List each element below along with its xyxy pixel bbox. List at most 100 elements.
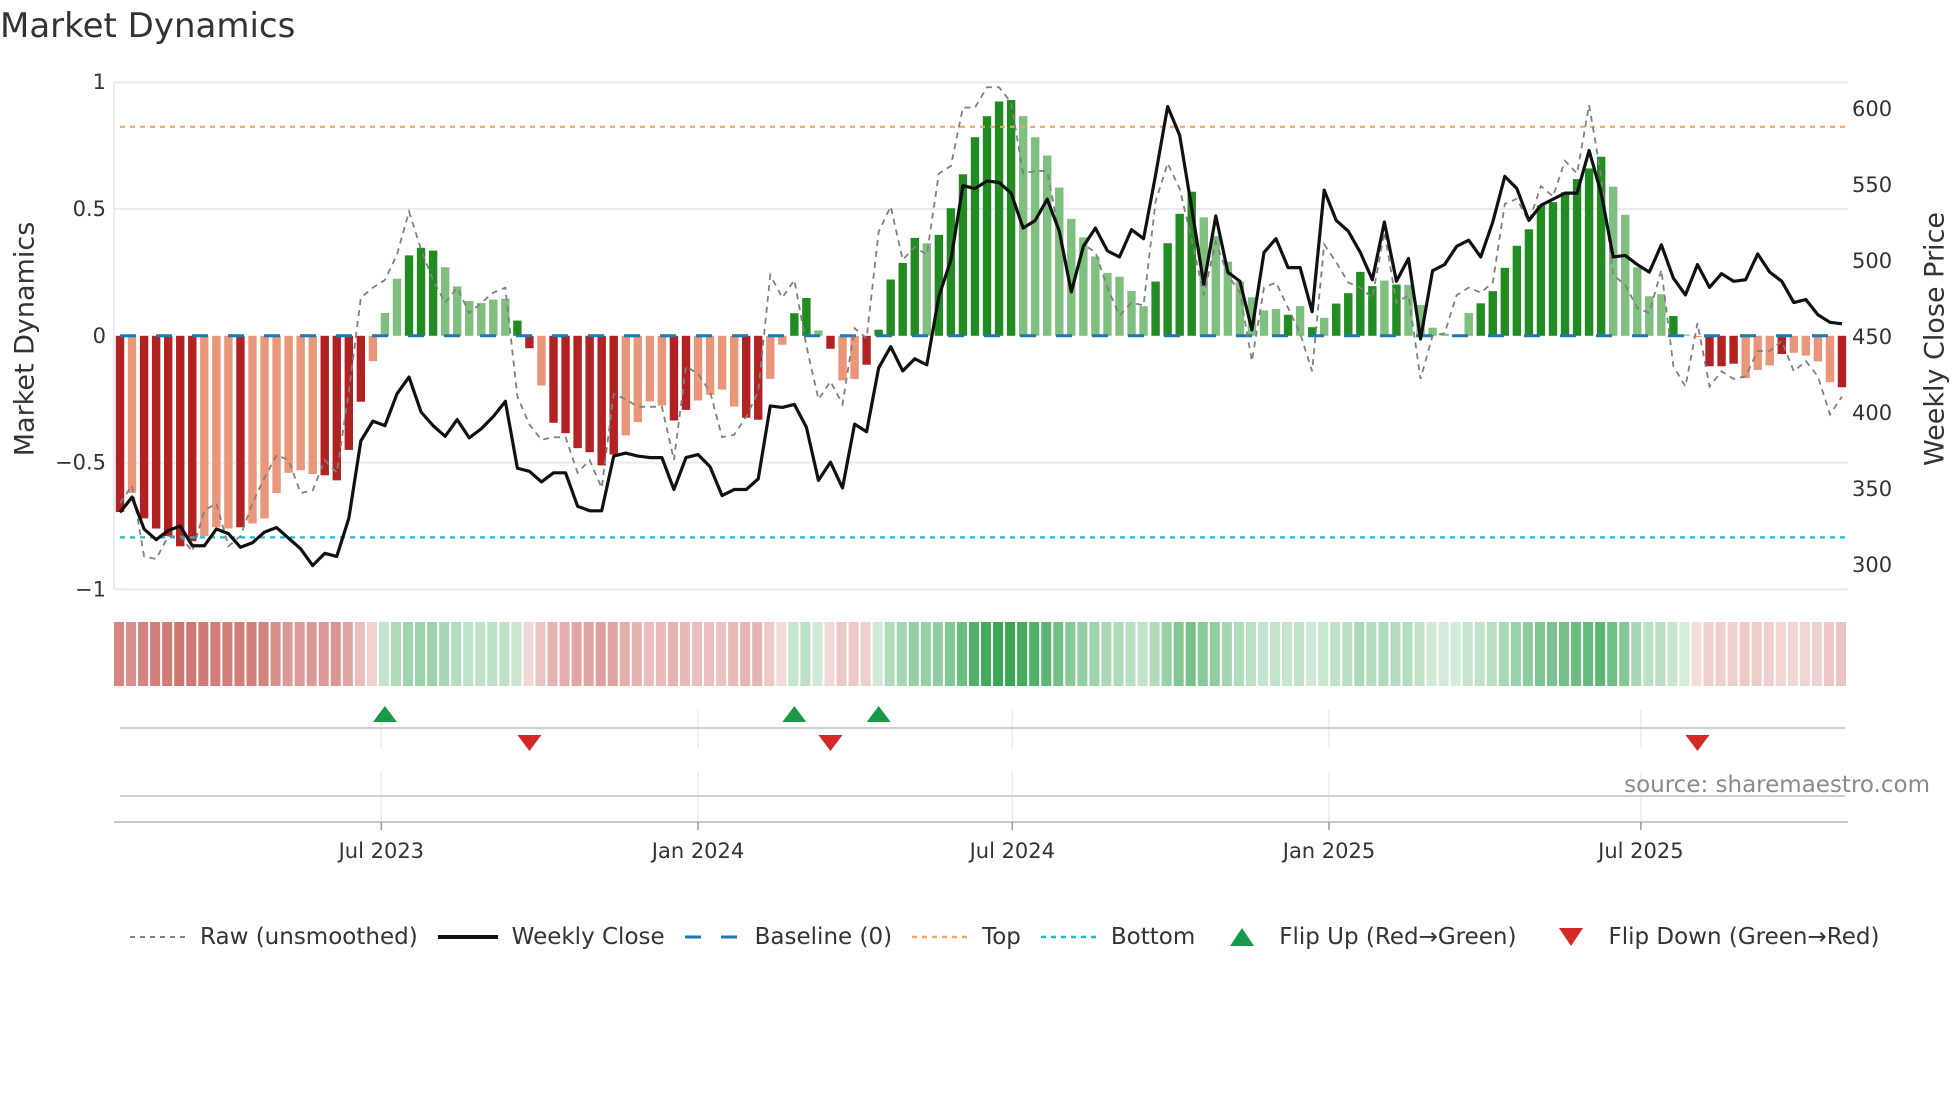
strip-cell (981, 622, 992, 686)
series-lines (118, 86, 1843, 568)
dynamics-bar (284, 335, 293, 473)
y-tick-label: 1 (93, 70, 106, 94)
dynamics-bar (741, 335, 751, 418)
strip-cell (126, 622, 137, 686)
strip-cell (1378, 622, 1389, 686)
strip-cell (1643, 622, 1654, 686)
strip-cell (1390, 622, 1401, 686)
strip-cell (1763, 622, 1774, 686)
dynamics-bar (922, 243, 932, 336)
strip-cell (511, 622, 522, 686)
strip-cell (1029, 622, 1040, 686)
strip-cell (1245, 622, 1256, 686)
dynamics-bar (1801, 335, 1811, 356)
legend-bottom-label: Bottom (1110, 924, 1196, 950)
dynamics-bar (850, 335, 859, 379)
strip-cell (427, 622, 438, 686)
strip-cell (896, 622, 907, 686)
strip-cell (788, 622, 799, 686)
strip-cell (1655, 622, 1666, 686)
strip-cell (812, 622, 823, 686)
y-tick-label: −0.5 (55, 451, 106, 475)
dynamics-bar (489, 299, 498, 336)
heat-strip (114, 622, 1846, 686)
dynamics-bar (332, 335, 341, 481)
dynamics-bar (1813, 335, 1823, 362)
strip-cell (1185, 622, 1196, 686)
dynamics-bar (356, 335, 366, 402)
strip-cell (403, 622, 414, 686)
dynamics-bar (1356, 271, 1365, 336)
strip-cell (776, 622, 787, 686)
dynamics-bar (1512, 245, 1522, 336)
dynamics-bar (1319, 317, 1329, 336)
strip-cell (1691, 622, 1702, 686)
strip-cell (547, 622, 558, 686)
dynamics-bar (790, 313, 799, 336)
strip-cell (1823, 622, 1834, 686)
dashed-line-icon (130, 936, 186, 938)
strip-cell (571, 622, 582, 686)
dynamics-bar (260, 335, 269, 519)
dynamics-bar (597, 335, 606, 466)
strip-cell (294, 622, 305, 686)
dynamics-bar (1729, 335, 1738, 364)
strip-cell (1727, 622, 1738, 686)
strip-cell (258, 622, 269, 686)
strip-cell (1125, 622, 1136, 686)
dynamics-bar (573, 335, 582, 449)
y-axis-title: Market Dynamics (10, 222, 41, 457)
strip-cell (1402, 622, 1413, 686)
strip-cell (1137, 622, 1148, 686)
dynamics-bar (1091, 256, 1100, 336)
dynamics-bar (1103, 272, 1112, 336)
dynamics-bar (1175, 213, 1184, 336)
dynamics-bar (862, 335, 871, 365)
dynamics-bar (525, 335, 534, 349)
strip-cell (210, 622, 221, 686)
dynamics-bar (826, 335, 835, 349)
dynamics-bar (1380, 280, 1389, 336)
strip-cell (1631, 622, 1642, 686)
dynamics-bar (886, 279, 895, 336)
dynamics-bar (1139, 306, 1148, 336)
strip-cell (390, 622, 401, 686)
strip-cell (607, 622, 618, 686)
strip-cell (463, 622, 474, 686)
y2-tick-label: 600 (1852, 97, 1892, 121)
strip-cell (583, 622, 594, 686)
strip-cell (1342, 622, 1353, 686)
strip-cell (800, 622, 811, 686)
dynamics-bar (1283, 314, 1293, 336)
dynamics-bar (633, 335, 643, 423)
dynamics-bar (1043, 155, 1052, 336)
strip-cell (1534, 622, 1545, 686)
strip-cell (1426, 622, 1437, 686)
dynamics-bar (380, 312, 390, 336)
dynamics-bar (272, 335, 281, 494)
dynamics-bar (585, 335, 594, 453)
raw-line (119, 86, 1843, 560)
dynamics-bar (1560, 192, 1570, 336)
dynamics-bar (1584, 168, 1594, 336)
dynamics-bar (1753, 335, 1762, 371)
dynamics-bar (1344, 293, 1353, 336)
strip-cell (1294, 622, 1305, 686)
strip-cell (1366, 622, 1377, 686)
strip-cell (1546, 622, 1557, 686)
strip-cell (1619, 622, 1630, 686)
strip-cell (1751, 622, 1762, 686)
dynamics-bar (1669, 316, 1678, 336)
dynamics-bar (657, 335, 667, 406)
orange-dotted-line-icon (912, 935, 969, 939)
strip-cell (1077, 622, 1088, 686)
dynamics-bar (549, 335, 558, 423)
dynamics-bar (1151, 281, 1160, 336)
strip-cell (535, 622, 546, 686)
y2-tick-label: 300 (1852, 553, 1892, 577)
dynamics-bar (1127, 290, 1136, 336)
dynamics-bar (717, 335, 727, 390)
dynamics-bar (1163, 243, 1172, 336)
dynamics-bar (1524, 229, 1534, 336)
strip-cell (824, 622, 835, 686)
